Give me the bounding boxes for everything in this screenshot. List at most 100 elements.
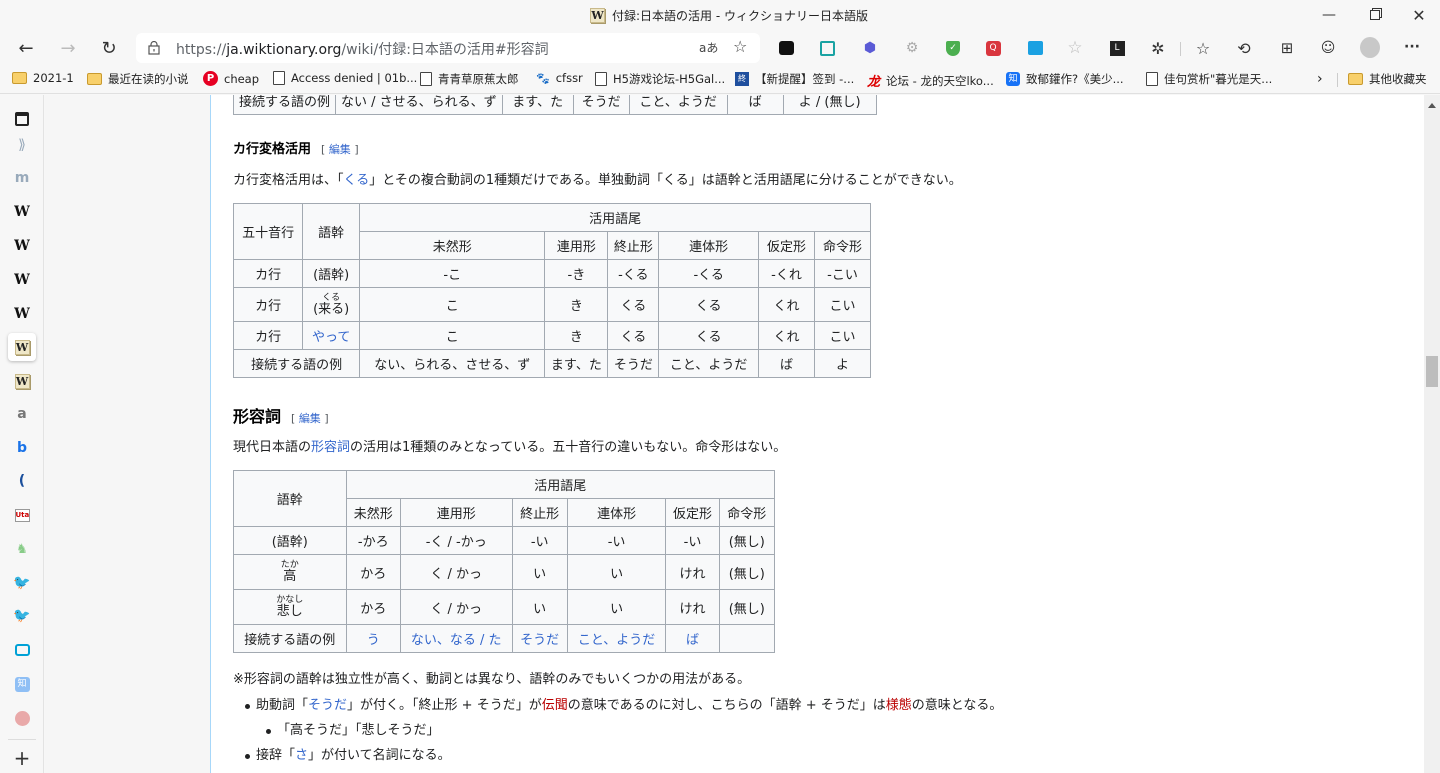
browser-toolbar: ← → ↻ https://ja.wiktionary.org/wiki/付録:…: [0, 30, 1440, 66]
bookmark-item[interactable]: 知致郁鑵作?《美少...: [1006, 71, 1124, 87]
close-button[interactable]: ✕: [1396, 0, 1440, 30]
example-link[interactable]: う: [345, 624, 401, 653]
bookmark-item[interactable]: 佳句赏析"暮光是天...: [1146, 71, 1272, 87]
refresh-icon: ↻: [101, 37, 117, 59]
collections-icon[interactable]: ⊞: [1277, 38, 1297, 58]
page-scrollbar[interactable]: [1424, 95, 1440, 773]
ruby-text: かなし 悲し: [276, 595, 304, 619]
bookmark-item[interactable]: 終【新提醒】签到 -...: [735, 71, 854, 87]
table-cell: ば: [726, 95, 784, 115]
bookmark-item[interactable]: Access denied | 01b...: [273, 71, 417, 85]
youtai-link[interactable]: 様態: [886, 698, 912, 713]
denbun-link[interactable]: 伝聞: [542, 698, 568, 713]
extension-cube-icon[interactable]: ⬢: [860, 38, 880, 58]
table-row: カ行 (語幹) -こ -き -くる -くる -くれ -こい: [232, 259, 872, 288]
extensions-puzzle-icon[interactable]: ✲: [1148, 38, 1168, 58]
table-cell: 連用形: [544, 231, 609, 260]
refresh-button[interactable]: ↻: [94, 34, 124, 62]
scrollbar-thumb[interactable]: [1426, 355, 1438, 387]
bing-icon[interactable]: b: [8, 434, 36, 462]
profile-avatar[interactable]: [1360, 36, 1380, 58]
wiktionary-icon[interactable]: W: [8, 367, 36, 395]
example-link[interactable]: こと、ようだ: [566, 624, 667, 653]
extension-paused-icon[interactable]: ⚙: [902, 38, 922, 58]
wiktionary-icon[interactable]: W: [8, 333, 36, 361]
bookmark-item[interactable]: H5游戏论坛-H5Gal...: [595, 71, 725, 87]
bookmarks-bar: 2021-1 最近在读的小说 Pcheap Access denied | 01…: [0, 66, 1440, 94]
extension-star-icon[interactable]: ☆: [1065, 38, 1085, 58]
amazon-icon[interactable]: a: [8, 400, 36, 428]
sa-link[interactable]: さ: [295, 748, 308, 763]
url-text[interactable]: https://ja.wiktionary.org/wiki/付録:日本語の活用…: [176, 39, 549, 59]
more-menu-button[interactable]: ···: [1402, 37, 1422, 57]
table-cell: くれ: [758, 321, 815, 350]
forward-button[interactable]: →: [53, 34, 83, 62]
example-link[interactable]: そうだ: [511, 624, 568, 653]
edit-section-link[interactable]: [ 編集 ]: [321, 143, 359, 156]
table-cell: (無し): [718, 526, 776, 555]
wikipedia-icon[interactable]: W: [8, 232, 36, 260]
section-heading-keiyoushi: 形容詞[ 編集 ]: [233, 407, 329, 426]
scroll-up-arrow-icon[interactable]: [1428, 103, 1436, 108]
c-icon[interactable]: (: [8, 467, 36, 495]
back-button[interactable]: ←: [11, 34, 41, 62]
sidebar-app-icon[interactable]: [8, 105, 36, 133]
table-cell: カ行: [232, 287, 304, 322]
stack-icon[interactable]: ⟫: [8, 131, 36, 159]
souda-link[interactable]: そうだ: [308, 698, 347, 713]
table-cell: けれ: [665, 554, 720, 590]
bookmark-item[interactable]: 🐾 cfssr: [536, 71, 583, 85]
example-link[interactable]: ない、なる / た: [399, 624, 513, 653]
address-bar[interactable]: https://ja.wiktionary.org/wiki/付録:日本語の活用…: [136, 33, 760, 63]
keiyoushi-link[interactable]: 形容詞: [311, 440, 350, 455]
wikipedia-icon[interactable]: W: [8, 198, 36, 226]
table-cell: かろ: [345, 589, 401, 625]
bookmark-other-favorites[interactable]: 其他收藏夹: [1348, 71, 1427, 87]
bookmark-item[interactable]: 青青草原蕉太郎: [420, 71, 519, 87]
extension-search-icon[interactable]: Q: [983, 38, 1003, 58]
mi-icon[interactable]: m: [8, 164, 36, 192]
restore-button[interactable]: [1352, 0, 1398, 30]
twitter-icon[interactable]: 🐦: [8, 602, 36, 630]
table-cell: 接続する語の例: [233, 624, 347, 653]
extension-tampermonkey-icon[interactable]: [776, 38, 796, 58]
yatte-link[interactable]: やって: [302, 321, 361, 350]
extension-save-icon[interactable]: [817, 38, 837, 58]
zhihu-icon: 知: [1006, 72, 1020, 86]
bookmark-item[interactable]: Pcheap: [203, 71, 259, 86]
sailboat-icon[interactable]: [8, 704, 36, 732]
bookmark-item[interactable]: 龙论坛 - 龙的天空lko...: [867, 71, 994, 91]
minimize-icon: —: [1322, 7, 1336, 23]
example-link[interactable]: ば: [665, 624, 720, 653]
bookmarks-overflow-chevron-icon[interactable]: ›: [1317, 71, 1323, 87]
section-heading-kahen: カ行変格活用[ 編集 ]: [233, 142, 359, 157]
table-cell: [718, 624, 776, 653]
favorites-icon[interactable]: ☆: [1193, 38, 1213, 58]
read-aloud-icon[interactable]: aあ: [699, 39, 718, 56]
table-cell: かろ: [345, 554, 401, 590]
table-row: 接続する語の例 ない、られる、させる、ず ます、た そうだ こと、ようだばよ: [232, 349, 872, 378]
extension-adguard-icon[interactable]: ✓: [943, 38, 963, 58]
add-icon[interactable]: +: [8, 744, 36, 772]
restore-icon: [1370, 10, 1380, 20]
history-icon[interactable]: ⟲: [1234, 38, 1254, 58]
uta-icon[interactable]: Uta: [8, 501, 36, 529]
table-cell: ば: [758, 349, 815, 378]
bookmark-item[interactable]: 最近在读的小说: [87, 71, 189, 87]
twitter-icon[interactable]: 🐦: [8, 569, 36, 597]
edit-section-link[interactable]: [ 編集 ]: [291, 412, 329, 425]
wikipedia-icon[interactable]: W: [8, 266, 36, 294]
feedback-icon[interactable]: ☺: [1318, 38, 1338, 58]
minimize-button[interactable]: —: [1306, 0, 1352, 30]
zhihu-icon[interactable]: 知: [8, 670, 36, 698]
extension-l-icon[interactable]: L: [1107, 38, 1127, 58]
bilibili-icon[interactable]: [8, 636, 36, 664]
add-favorite-icon[interactable]: ☆: [733, 37, 747, 56]
table-cell: けれ: [665, 589, 720, 625]
wikipedia-icon[interactable]: W: [8, 300, 36, 328]
bookmark-item[interactable]: 2021-1: [12, 71, 74, 85]
extension-translate-icon[interactable]: [1025, 38, 1045, 58]
keiyoushi-note: ※形容詞の語幹は独立性が高く、動詞とは異なり、語幹のみでもいくつかの用法がある。: [233, 672, 751, 687]
kuru-link[interactable]: くる: [344, 173, 370, 188]
mascot-icon[interactable]: ♞: [8, 535, 36, 563]
